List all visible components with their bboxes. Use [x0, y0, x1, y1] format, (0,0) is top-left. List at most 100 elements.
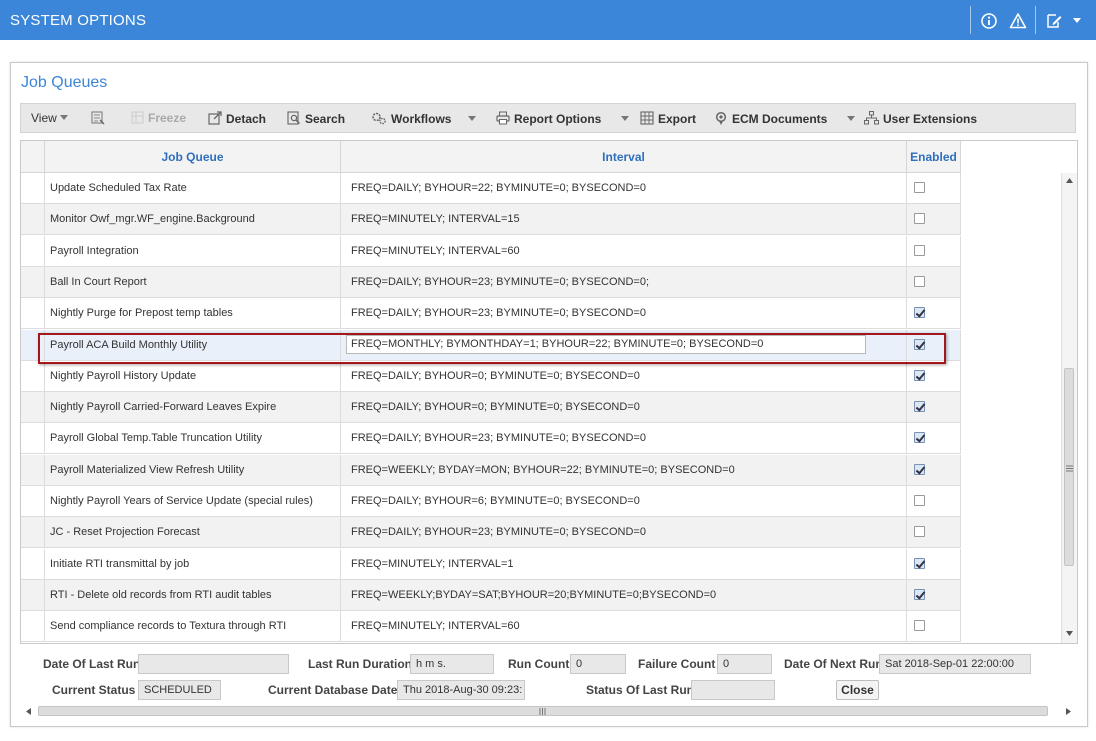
- table-row[interactable]: Update Scheduled Tax Rate FREQ=DAILY; BYH…: [21, 173, 961, 204]
- scroll-left-icon: [26, 708, 31, 715]
- interval-cell[interactable]: FREQ=WEEKLY; BYDAY=MON; BYHOUR=22; BYMIN…: [341, 454, 907, 486]
- table-row[interactable]: JC - Reset Projection Forecast FREQ=DAILY…: [21, 517, 961, 549]
- job-queue-cell[interactable]: Update Scheduled Tax Rate: [45, 173, 341, 204]
- row-selector[interactable]: [21, 173, 45, 204]
- column-header-interval[interactable]: Interval: [341, 141, 907, 173]
- job-queue-cell[interactable]: Monitor Owf_mgr.WF_engine.Background: [45, 204, 341, 236]
- enabled-checkbox[interactable]: [914, 526, 925, 538]
- interval-cell[interactable]: FREQ=DAILY; BYHOUR=0; BYMINUTE=0; BYSECO…: [341, 392, 907, 424]
- enabled-checkbox[interactable]: [914, 369, 925, 381]
- table-row[interactable]: Nightly Payroll Years of Service Update …: [21, 486, 961, 517]
- close-button[interactable]: Close: [836, 680, 879, 700]
- row-selector[interactable]: [21, 392, 45, 424]
- vertical-scroll-thumb[interactable]: [1064, 368, 1074, 566]
- enabled-checkbox[interactable]: [914, 338, 925, 350]
- enabled-checkbox[interactable]: [914, 275, 925, 287]
- interval-cell[interactable]: FREQ=MINUTELY; INTERVAL=60: [341, 611, 907, 643]
- interval-cell[interactable]: FREQ=WEEKLY;BYDAY=SAT;BYHOUR=20;BYMINUTE…: [341, 579, 907, 611]
- edit-note-icon[interactable]: [1045, 12, 1063, 30]
- search-button[interactable]: Search: [287, 111, 345, 126]
- enabled-checkbox[interactable]: [914, 182, 925, 193]
- job-queue-cell[interactable]: Nightly Payroll History Update: [45, 360, 341, 392]
- job-queue-cell[interactable]: Payroll ACA Build Monthly Utility: [45, 329, 341, 361]
- freeze-button[interactable]: Freeze: [131, 111, 186, 125]
- row-selector[interactable]: [21, 517, 45, 549]
- table-row[interactable]: Payroll Materialized View Refresh Utilit…: [21, 454, 961, 486]
- table-row[interactable]: Nightly Payroll History Update FREQ=DAILY…: [21, 360, 961, 392]
- table-row[interactable]: Nightly Payroll Carried-Forward Leaves E…: [21, 392, 961, 424]
- table-row[interactable]: Payroll ACA Build Monthly Utility FREQ=MO…: [21, 329, 961, 361]
- table-row[interactable]: Nightly Purge for Prepost temp tables FRE…: [21, 298, 961, 330]
- enabled-checkbox[interactable]: [914, 432, 925, 444]
- chevron-down-icon[interactable]: [1071, 14, 1089, 32]
- interval-cell[interactable]: FREQ=MINUTELY; INTERVAL=15: [341, 204, 907, 236]
- interval-cell[interactable]: FREQ=MINUTELY; INTERVAL=1: [341, 548, 907, 580]
- table-row[interactable]: Payroll Integration FREQ=MINUTELY; INTERV…: [21, 235, 961, 267]
- job-queue-cell[interactable]: Ball In Court Report: [45, 266, 341, 298]
- row-selector[interactable]: [21, 548, 45, 580]
- ecm-documents-button[interactable]: ECM Documents: [714, 111, 856, 126]
- interval-cell[interactable]: FREQ=DAILY; BYHOUR=22; BYMINUTE=0; BYSEC…: [341, 173, 907, 204]
- vertical-scrollbar[interactable]: [1061, 173, 1077, 643]
- row-selector[interactable]: [21, 611, 45, 643]
- export-button[interactable]: Export: [640, 111, 696, 126]
- enabled-checkbox[interactable]: [914, 620, 925, 632]
- table-row[interactable]: Initiate RTI transmittal by job FREQ=MINU…: [21, 548, 961, 580]
- horizontal-scrollbar[interactable]: [23, 704, 1075, 720]
- row-selector[interactable]: [21, 329, 45, 361]
- row-selector[interactable]: [21, 360, 45, 392]
- enabled-checkbox[interactable]: [914, 463, 925, 475]
- warning-icon[interactable]: [1009, 12, 1027, 30]
- interval-cell[interactable]: FREQ=DAILY; BYHOUR=0; BYMINUTE=0; BYSECO…: [341, 360, 907, 392]
- job-queue-cell[interactable]: Payroll Materialized View Refresh Utilit…: [45, 454, 341, 486]
- interval-cell[interactable]: FREQ=DAILY; BYHOUR=23; BYMINUTE=0; BYSEC…: [341, 423, 907, 455]
- enabled-checkbox[interactable]: [914, 213, 925, 225]
- grid-settings-button[interactable]: [91, 111, 109, 126]
- interval-cell[interactable]: FREQ=MINUTELY; INTERVAL=60: [341, 235, 907, 267]
- table-row[interactable]: RTI - Delete old records from RTI audit …: [21, 579, 961, 611]
- job-queue-cell[interactable]: RTI - Delete old records from RTI audit …: [45, 579, 341, 611]
- job-queue-cell[interactable]: Payroll Integration: [45, 235, 341, 267]
- table-row[interactable]: Send compliance records to Textura throu…: [21, 611, 961, 643]
- job-queue-cell[interactable]: Nightly Purge for Prepost temp tables: [45, 298, 341, 330]
- horizontal-scroll-thumb[interactable]: [38, 706, 1048, 716]
- interval-input[interactable]: FREQ=MONTHLY; BYMONTHDAY=1; BYHOUR=22; B…: [346, 334, 866, 354]
- enabled-checkbox[interactable]: [914, 307, 925, 319]
- row-selector[interactable]: [21, 204, 45, 236]
- job-queue-cell[interactable]: Nightly Payroll Carried-Forward Leaves E…: [45, 392, 341, 424]
- row-selector[interactable]: [21, 454, 45, 486]
- scroll-right-icon: [1066, 708, 1071, 715]
- row-selector[interactable]: [21, 235, 45, 267]
- view-menu[interactable]: View: [31, 111, 69, 125]
- interval-cell[interactable]: FREQ=DAILY; BYHOUR=6; BYMINUTE=0; BYSECO…: [341, 486, 907, 517]
- row-selector[interactable]: [21, 579, 45, 611]
- row-selector[interactable]: [21, 266, 45, 298]
- job-queue-cell[interactable]: JC - Reset Projection Forecast: [45, 517, 341, 549]
- job-queue-cell[interactable]: Send compliance records to Textura throu…: [45, 611, 341, 643]
- column-header-job-queue[interactable]: Job Queue: [45, 141, 341, 173]
- enabled-checkbox[interactable]: [914, 557, 925, 569]
- info-icon[interactable]: [980, 12, 998, 30]
- enabled-checkbox[interactable]: [914, 495, 925, 506]
- interval-cell[interactable]: FREQ=DAILY; BYHOUR=23; BYMINUTE=0; BYSEC…: [341, 266, 907, 298]
- enabled-checkbox[interactable]: [914, 244, 925, 256]
- detach-button[interactable]: Detach: [208, 111, 266, 126]
- user-extensions-button[interactable]: User Extensions: [864, 111, 977, 126]
- table-row[interactable]: Monitor Owf_mgr.WF_engine.Background FREQ…: [21, 204, 961, 236]
- job-queue-cell[interactable]: Payroll Global Temp.Table Truncation Uti…: [45, 423, 341, 455]
- workflows-button[interactable]: Workflows: [371, 111, 477, 126]
- interval-cell[interactable]: FREQ=DAILY; BYHOUR=23; BYMINUTE=0; BYSEC…: [341, 298, 907, 330]
- report-options-button[interactable]: Report Options: [496, 111, 630, 126]
- column-header-enabled[interactable]: Enabled: [907, 141, 961, 173]
- row-selector[interactable]: [21, 298, 45, 330]
- enabled-checkbox[interactable]: [914, 401, 925, 413]
- row-selector[interactable]: [21, 423, 45, 455]
- interval-cell[interactable]: FREQ=MONTHLY; BYMONTHDAY=1; BYHOUR=22; B…: [341, 329, 907, 361]
- job-queue-cell[interactable]: Nightly Payroll Years of Service Update …: [45, 486, 341, 517]
- table-row[interactable]: Ball In Court Report FREQ=DAILY; BYHOUR=2…: [21, 266, 961, 298]
- row-selector[interactable]: [21, 486, 45, 517]
- interval-cell[interactable]: FREQ=DAILY; BYHOUR=23; BYMINUTE=0; BYSEC…: [341, 517, 907, 549]
- enabled-checkbox[interactable]: [914, 588, 925, 600]
- job-queue-cell[interactable]: Initiate RTI transmittal by job: [45, 548, 341, 580]
- table-row[interactable]: Payroll Global Temp.Table Truncation Uti…: [21, 423, 961, 455]
